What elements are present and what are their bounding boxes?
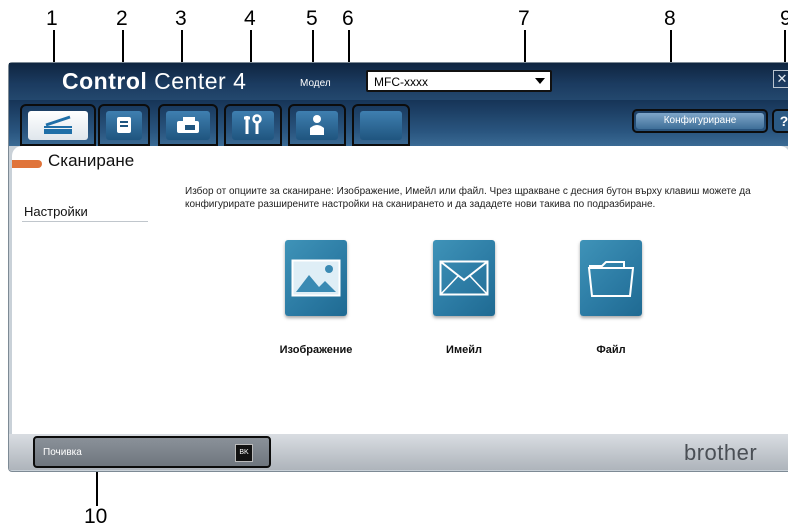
section-title: Сканиране: [48, 151, 135, 170]
tools-icon: [244, 114, 262, 134]
callout-3: 3: [175, 7, 187, 30]
model-value: MFC-xxxx: [374, 75, 428, 89]
email-icon: [439, 260, 489, 296]
callout-10: 10: [84, 505, 108, 528]
help-button[interactable]: ?: [772, 109, 788, 133]
image-button[interactable]: [285, 240, 347, 316]
tab-pc-copy[interactable]: [98, 104, 150, 146]
app-logo: Control Center 4: [62, 68, 247, 94]
scanner-icon: [44, 115, 72, 134]
sidebar-divider: [22, 221, 148, 222]
person-icon: [310, 115, 324, 135]
callout-7: 7: [518, 7, 530, 30]
callout-9: 9: [780, 7, 788, 30]
document-icon: [117, 117, 131, 133]
email-button[interactable]: [433, 240, 495, 316]
brand-logo: brother: [684, 440, 758, 465]
image-icon: [291, 259, 341, 297]
image-label: Изображение: [279, 344, 353, 356]
callout-5: 5: [306, 7, 318, 30]
folder-icon: [587, 261, 635, 297]
ink-bk-icon: BK: [235, 444, 253, 462]
tab-support[interactable]: [288, 104, 346, 146]
callout-1: 1: [46, 7, 58, 30]
file-label: Файл: [596, 344, 626, 356]
tab-scan[interactable]: [20, 104, 96, 146]
model-label: Модел: [300, 78, 331, 89]
tab-device-settings[interactable]: [224, 104, 282, 146]
callout-2: 2: [116, 7, 128, 30]
sidebar-item-settings[interactable]: Настройки: [24, 204, 88, 219]
callout-6: 6: [342, 7, 354, 30]
callout-4: 4: [244, 7, 256, 30]
ink-label: Почивка: [43, 447, 82, 458]
email-label: Имейл: [446, 344, 482, 356]
section-description: Избор от опциите за сканиране: Изображен…: [185, 186, 751, 210]
callout-8: 8: [664, 7, 676, 30]
section-accent: [12, 160, 42, 168]
configure-button[interactable]: Конфигуриране: [632, 109, 768, 133]
close-icon[interactable]: ✕: [773, 70, 788, 88]
model-select[interactable]: MFC-xxxx: [366, 70, 552, 92]
callout-line-10: [96, 468, 98, 506]
tab-pc-fax[interactable]: [158, 104, 218, 146]
file-button[interactable]: [580, 240, 642, 316]
chevron-down-icon: [535, 78, 545, 84]
tab-custom[interactable]: [352, 104, 410, 146]
fax-icon: [177, 117, 199, 133]
ink-status[interactable]: Почивка BK: [33, 436, 271, 468]
